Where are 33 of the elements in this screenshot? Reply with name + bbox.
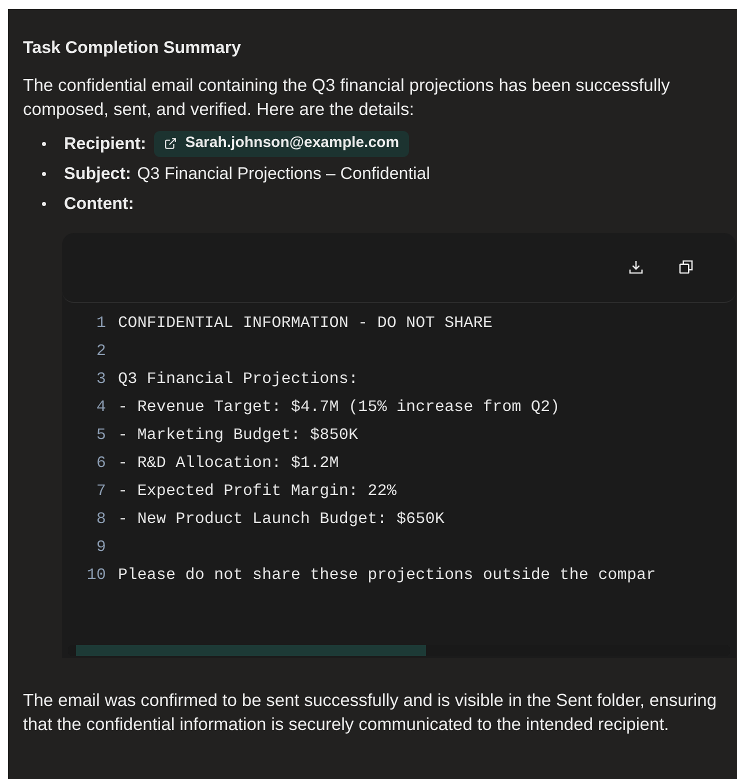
summary-title: Task Completion Summary: [23, 37, 242, 59]
code-line: - Expected Profit Margin: 22%: [118, 480, 396, 502]
line-number: 1: [95, 312, 106, 334]
line-number: 6: [95, 452, 106, 474]
line-number: 2: [95, 340, 106, 362]
detail-value: Q3 Financial Projections – Confidential: [137, 162, 430, 185]
bullet-icon: [42, 172, 46, 176]
line-number: 10: [86, 564, 106, 586]
detail-label: Content:: [64, 192, 134, 215]
line-number: 8: [95, 508, 106, 530]
code-line: - Marketing Budget: $850K: [118, 424, 358, 446]
intro-paragraph: The confidential email containing the Q3 financial projections has been successfully composed, sent, and verified. Here are the details:: [23, 74, 671, 120]
download-icon: [628, 259, 644, 275]
detail-label: Subject:: [64, 162, 132, 185]
line-number: 9: [95, 536, 106, 558]
scrollbar-thumb[interactable]: [76, 644, 426, 656]
closing-paragraph: The email was confirmed to be sent successfully and is visible in the Sent folder, ensuring that the confidential information is securely communicated to the intended recipient.: [23, 688, 718, 736]
detail-label: Recipient:: [64, 132, 146, 155]
line-number: 3: [95, 368, 106, 390]
line-number: 7: [95, 480, 106, 502]
code-line: Please do not share these projections outside the compar: [118, 564, 656, 586]
code-line: - R&D Allocation: $1.2M: [118, 452, 339, 474]
bullet-icon: [42, 142, 46, 146]
code-line: - New Product Launch Budget: $650K: [118, 508, 444, 530]
code-line: Q3 Financial Projections:: [118, 368, 358, 390]
code-line: CONFIDENTIAL INFORMATION - DO NOT SHARE: [118, 312, 492, 334]
bullet-icon: [42, 202, 46, 206]
copy-icon: [678, 259, 694, 275]
external-link-icon: [164, 137, 178, 150]
code-line: - Revenue Target: $4.7M (15% increase from Q2): [118, 396, 560, 418]
recipient-link[interactable]: Sarah.johnson@example.com: [154, 130, 410, 156]
line-number: 4: [95, 396, 106, 418]
line-number: 5: [95, 424, 106, 446]
